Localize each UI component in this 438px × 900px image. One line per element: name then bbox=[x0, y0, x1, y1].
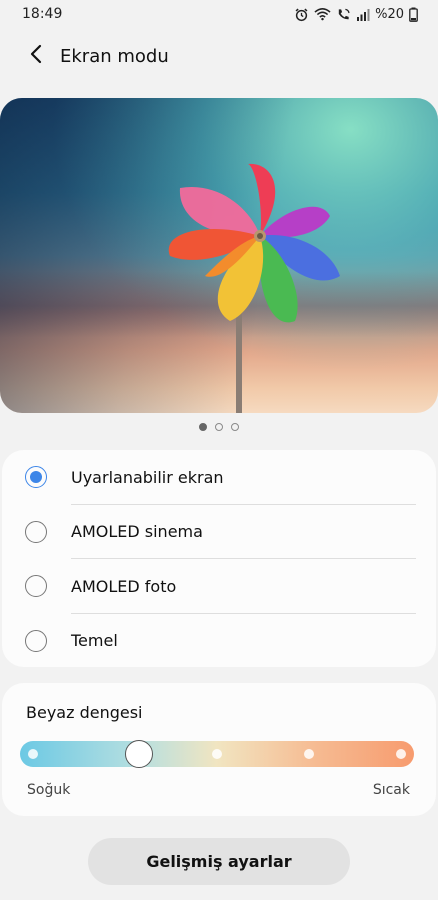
mode-option-amoled-cinema[interactable]: AMOLED sinema bbox=[2, 505, 436, 560]
white-balance-cold-label: Soğuk bbox=[27, 782, 71, 798]
white-balance-slider[interactable] bbox=[20, 740, 414, 768]
battery-level: %20 bbox=[375, 6, 404, 22]
radio-button[interactable] bbox=[25, 466, 47, 489]
slider-thumb[interactable] bbox=[125, 740, 153, 768]
wifi-icon bbox=[314, 7, 331, 21]
slider-step-marker bbox=[212, 749, 222, 759]
mode-label: Temel bbox=[71, 631, 118, 651]
slider-step-marker bbox=[304, 749, 314, 759]
signal-icon bbox=[356, 8, 370, 21]
preview-image[interactable] bbox=[0, 98, 438, 413]
pager-dot[interactable] bbox=[199, 423, 207, 431]
status-time: 18:49 bbox=[22, 6, 63, 22]
radio-button[interactable] bbox=[25, 629, 47, 652]
white-balance-warm-label: Sıcak bbox=[372, 782, 410, 798]
status-bar: 18:49 %20 bbox=[0, 0, 438, 28]
mode-option-amoled-photo[interactable]: AMOLED foto bbox=[2, 559, 436, 614]
pager-dot[interactable] bbox=[231, 423, 239, 431]
back-button[interactable] bbox=[16, 36, 56, 76]
slider-step-marker bbox=[28, 749, 38, 759]
mode-label: AMOLED sinema bbox=[71, 522, 203, 542]
pager-dot[interactable] bbox=[215, 423, 223, 431]
mode-label: AMOLED foto bbox=[71, 576, 177, 596]
mode-option-basic[interactable]: Temel bbox=[2, 614, 436, 669]
screen-mode-list: Uyarlanabilir ekran AMOLED sinema AMOLED… bbox=[2, 450, 436, 667]
mode-label: Uyarlanabilir ekran bbox=[71, 467, 224, 487]
pinwheel-illustration bbox=[168, 163, 340, 413]
advanced-settings-button[interactable]: Gelişmiş ayarlar bbox=[88, 838, 350, 885]
slider-step-marker bbox=[396, 749, 406, 759]
radio-button[interactable] bbox=[25, 520, 47, 543]
status-icons: %20 bbox=[294, 7, 418, 22]
radio-button[interactable] bbox=[25, 575, 47, 598]
white-balance-title: Beyaz dengesi bbox=[26, 703, 143, 722]
page-title: Ekran modu bbox=[60, 45, 169, 67]
alarm-icon bbox=[294, 7, 309, 22]
wifi-call-icon bbox=[336, 7, 351, 22]
header: Ekran modu bbox=[0, 36, 438, 76]
mode-option-adaptive[interactable]: Uyarlanabilir ekran bbox=[2, 450, 436, 505]
preview-pager bbox=[0, 423, 438, 431]
battery-icon bbox=[409, 7, 418, 22]
chevron-left-icon bbox=[29, 44, 43, 68]
